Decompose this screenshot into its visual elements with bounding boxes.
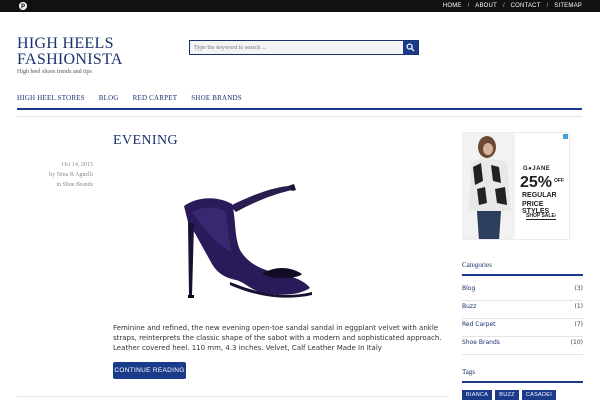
category-item[interactable]: Blog (3) (462, 283, 583, 301)
nav-divider (17, 108, 582, 110)
nav-shoe-brands[interactable]: SHOE BRANDS (191, 94, 242, 102)
top-nav-sitemap[interactable]: SITEMAP (554, 3, 582, 9)
post-image-shoe[interactable] (170, 178, 330, 303)
search-box (189, 40, 419, 55)
search-input[interactable] (190, 41, 404, 54)
ad-shop-sale-link[interactable]: SHOP SALE› (526, 213, 557, 220)
categories-widget-title: Categories (462, 261, 492, 269)
site-tagline: High heel shoes trends and tips (17, 69, 92, 75)
site-title-line1: HIGH HEELS (17, 35, 114, 52)
post-author[interactable]: by Nina R Agnelli (3, 172, 93, 178)
ad-model-image (463, 133, 515, 239)
tag-bianca[interactable]: BIANCA (462, 390, 493, 400)
category-item[interactable]: Shoe Brands (10) (462, 337, 583, 355)
category-count: (10) (570, 339, 583, 346)
tag-cloud: BIANCA BUZZ CASADEI (462, 390, 559, 400)
search-icon (406, 43, 415, 52)
adchoices-icon[interactable] (563, 134, 568, 139)
nav-red-carpet[interactable]: RED CARPET (133, 94, 178, 102)
site-title[interactable]: HIGH HEELS FASHIONISTA (17, 36, 157, 68)
ad-line1: REGULAR (522, 192, 557, 199)
top-nav-home[interactable]: HOME (443, 3, 462, 9)
category-name[interactable]: Blog (462, 285, 475, 292)
continue-reading-button[interactable]: CONTINUE READING (113, 362, 186, 379)
categories-widget-divider (462, 274, 583, 276)
category-count: (7) (574, 321, 584, 328)
category-item[interactable]: Buzz (1) (462, 301, 583, 319)
post-divider (17, 396, 447, 397)
category-count: (1) (574, 303, 584, 310)
top-nav-about[interactable]: ABOUT (475, 3, 497, 9)
pinterest-icon[interactable]: p (19, 2, 27, 10)
category-item[interactable]: Red Carpet (7) (462, 319, 583, 337)
site-title-line2: FASHIONISTA (17, 51, 123, 68)
content-divider (17, 116, 582, 117)
tag-casadei[interactable]: CASADEI (521, 390, 557, 400)
nav-blog[interactable]: BLOG (99, 94, 119, 102)
ad-percent: 25% (520, 174, 553, 191)
top-nav-contact[interactable]: CONTACT (511, 3, 541, 9)
post-title[interactable]: EVENING (113, 133, 178, 149)
nav-high-heel-stores[interactable]: HIGH HEEL STORES (17, 94, 85, 102)
tag-buzz[interactable]: BUZZ (495, 390, 519, 400)
category-name[interactable]: Shoe Brands (462, 339, 500, 346)
category-name[interactable]: Red Carpet (462, 321, 496, 328)
category-name[interactable]: Buzz (462, 303, 476, 310)
tags-widget-title: Tags (462, 368, 476, 376)
ad-off: OFF (554, 178, 564, 184)
post-excerpt: Feminine and refined, the new evening op… (113, 324, 442, 352)
tags-widget-divider (462, 381, 583, 383)
top-nav: HOME / ABOUT / CONTACT / SITEMAP (442, 3, 582, 9)
search-button[interactable] (403, 41, 418, 54)
top-bar: p HOME / ABOUT / CONTACT / SITEMAP (0, 0, 600, 12)
category-count: (3) (574, 285, 584, 292)
sidebar-advertisement[interactable]: G●JANE 25% OFF REGULAR PRICE STYLES SHOP… (462, 132, 570, 240)
main-nav: HIGH HEEL STORES BLOG RED CARPET SHOE BR… (17, 94, 256, 102)
post-date: Oct 14, 2015 (61, 162, 93, 168)
post-category[interactable]: in Shoe Brands (3, 182, 93, 188)
ad-brand: G●JANE (523, 166, 551, 172)
